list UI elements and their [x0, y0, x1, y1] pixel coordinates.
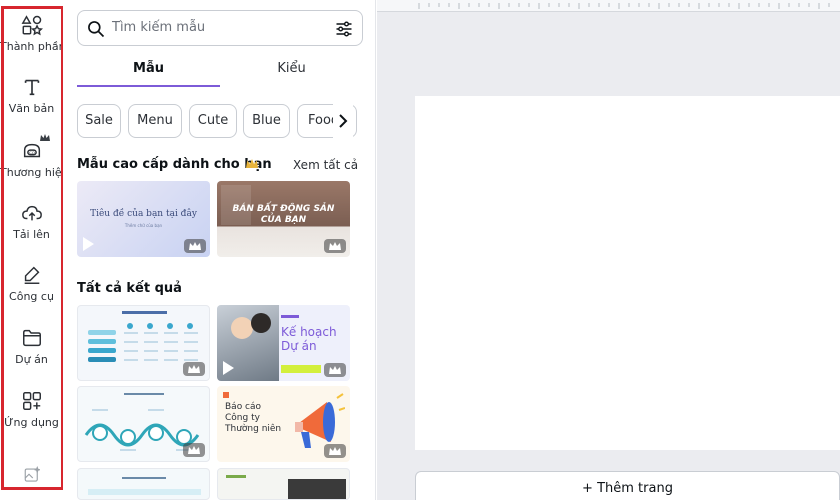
- tab-templates[interactable]: Mẫu: [77, 61, 220, 76]
- design-page[interactable]: [415, 96, 840, 450]
- side-rail: Thành phần Văn bản CO Thương hiệu Tải lê…: [0, 0, 69, 500]
- result-template-5[interactable]: [77, 468, 210, 500]
- premium-badge: [324, 363, 346, 377]
- chip-menu[interactable]: Menu: [128, 104, 182, 138]
- chevron-right-icon: [339, 114, 348, 128]
- accent-bar: [226, 475, 246, 478]
- chip-sale[interactable]: Sale: [77, 104, 121, 138]
- template-title: Tiêu đề của bạn tại đây: [90, 209, 197, 219]
- crown-icon: [40, 134, 50, 141]
- premium-section-title: Mẫu cao cấp dành cho bạn: [77, 157, 272, 172]
- crown-icon: [188, 446, 200, 454]
- upload-icon: [21, 205, 42, 221]
- crown-icon: [329, 366, 341, 374]
- rail-item-apps[interactable]: Ứng dụng: [0, 390, 63, 429]
- rail-label: Văn bản: [8, 102, 55, 115]
- rail-label: Thương hiệu: [0, 166, 69, 179]
- apps-icon: [22, 392, 41, 410]
- result-template-6[interactable]: [217, 468, 350, 500]
- premium-template-2[interactable]: BÁN BẤT ĐỘNG SẢN CỦA BẠN: [217, 181, 350, 257]
- search-input[interactable]: Tìm kiếm mẫu: [112, 20, 205, 35]
- magic-media-icon: [24, 466, 40, 482]
- chip-cute[interactable]: Cute: [189, 104, 237, 138]
- rail-item-elements[interactable]: Thành phần: [0, 14, 66, 53]
- accent-bar: [281, 315, 299, 318]
- text-icon: [24, 79, 39, 96]
- rail-item-text[interactable]: Văn bản: [0, 76, 63, 115]
- chip-blue[interactable]: Blue: [243, 104, 290, 138]
- rail-label: Tải lên: [13, 228, 50, 241]
- ruler: [377, 0, 840, 12]
- premium-badge: [183, 443, 205, 457]
- search-box[interactable]: Tìm kiếm mẫu: [77, 10, 363, 46]
- chips-next-button[interactable]: [333, 104, 353, 138]
- keyword-chips: Sale Menu Cute Blue Food: [77, 104, 359, 140]
- svg-text:CO: CO: [29, 150, 35, 155]
- crown-icon: [189, 242, 201, 250]
- template-title: BÁN BẤT ĐỘNG SẢN CỦA BẠN: [232, 204, 335, 225]
- search-icon: [88, 21, 105, 38]
- result-template-2[interactable]: Kế hoạch Dự án: [217, 305, 350, 381]
- content-band: [88, 489, 201, 495]
- person-shape: [231, 317, 253, 339]
- elements-icon: [21, 15, 43, 36]
- see-all-link[interactable]: Xem tất cả: [293, 158, 358, 172]
- filter-icon[interactable]: [334, 19, 354, 39]
- app: Thành phần Văn bản CO Thương hiệu Tải lê…: [0, 0, 840, 500]
- rail-item-brand[interactable]: CO Thương hiệu: [0, 134, 69, 179]
- folder-icon: [22, 329, 41, 347]
- rail-label: Thành phần: [0, 40, 66, 53]
- rail-label: Dự án: [15, 353, 48, 366]
- brand-icon: CO: [23, 143, 40, 158]
- all-results-title: Tất cả kết quả: [77, 281, 182, 296]
- result-template-3[interactable]: [77, 386, 210, 462]
- accent-bar: [281, 365, 321, 373]
- logo-mark: [223, 392, 229, 398]
- panel-tabs: Mẫu Kiểu: [77, 56, 363, 88]
- templates-panel: Tìm kiếm mẫu Mẫu Kiểu Sale Menu Cute Blu…: [63, 0, 437, 500]
- photo-area: [288, 479, 346, 499]
- active-tab-indicator: [77, 85, 220, 87]
- premium-badge: [183, 362, 205, 376]
- play-icon: [83, 237, 94, 251]
- title-line: [122, 477, 166, 479]
- premium-template-1[interactable]: Tiêu đề của bạn tại đây Thêm chữ của bạn: [77, 181, 210, 257]
- crown-icon: [329, 242, 341, 250]
- rail-label: Ứng dụng: [4, 416, 59, 429]
- template-title: Báo cáo Công ty Thường niên: [225, 402, 282, 434]
- add-page-button[interactable]: + Thêm trang: [415, 471, 840, 500]
- crown-icon: [246, 159, 258, 168]
- template-title: Kế hoạch Dự án: [281, 325, 337, 353]
- crown-icon: [188, 365, 200, 373]
- person-shape: [251, 313, 271, 333]
- canvas-area: + Thêm trang: [377, 0, 840, 500]
- premium-badge: [324, 239, 346, 253]
- result-template-1[interactable]: [77, 305, 210, 381]
- rail-item-projects[interactable]: Dự án: [0, 327, 63, 366]
- template-subtitle: Thêm chữ của bạn: [124, 223, 163, 228]
- tab-styles[interactable]: Kiểu: [220, 61, 363, 76]
- rail-item-magic[interactable]: [0, 466, 63, 484]
- draw-icon: [24, 266, 39, 284]
- rail-item-upload[interactable]: Tải lên: [0, 202, 63, 241]
- ruler-ticks: [418, 3, 830, 9]
- crown-icon: [329, 447, 341, 455]
- premium-badge: [324, 444, 346, 458]
- result-template-4[interactable]: Báo cáo Công ty Thường niên: [217, 386, 350, 462]
- premium-badge: [184, 239, 206, 253]
- rail-label: Công cụ: [9, 290, 54, 303]
- rail-item-draw[interactable]: Công cụ: [0, 264, 63, 303]
- play-icon: [223, 361, 234, 375]
